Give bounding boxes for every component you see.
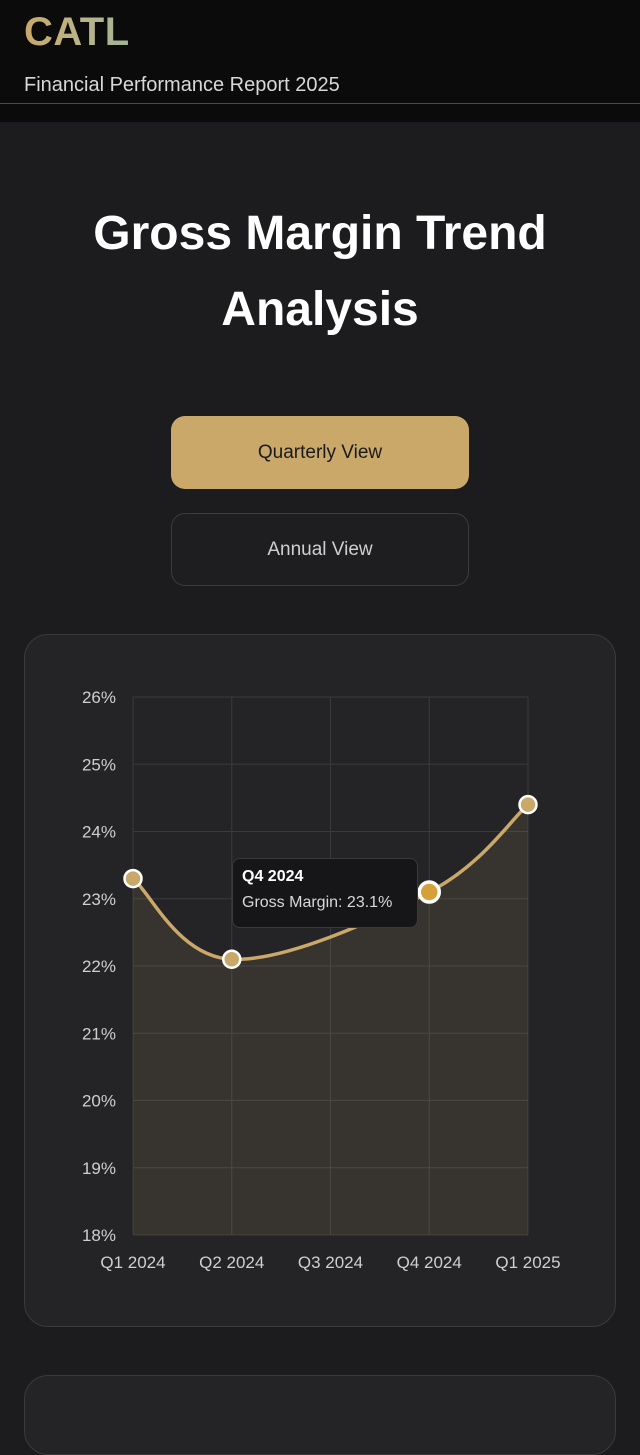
x-tick-label: Q3 2024	[298, 1253, 363, 1272]
y-tick-label: 25%	[82, 755, 116, 774]
y-tick-label: 22%	[82, 957, 116, 976]
x-tick-label: Q2 2024	[199, 1253, 264, 1272]
y-tick-label: 26%	[82, 688, 116, 707]
y-tick-label: 23%	[82, 890, 116, 909]
next-section-card	[24, 1375, 616, 1455]
y-tick-label: 19%	[82, 1159, 116, 1178]
tooltip-value: 23.1%	[346, 894, 393, 911]
tooltip-body: Gross Margin: 23.1%	[242, 894, 393, 911]
x-tick-label: Q4 2024	[397, 1253, 462, 1272]
x-tick-label: Q1 2024	[100, 1253, 165, 1272]
data-point	[222, 949, 242, 970]
x-tick-label: Q1 2025	[495, 1253, 560, 1272]
y-axis-ticks: 18% 19% 20% 21% 22% 23% 24% 25% 26%	[82, 688, 116, 1245]
gross-margin-chart: 18% 19% 20% 21% 22% 23% 24% 25% 26% Q1 2024 Q2 20…	[82, 688, 561, 1272]
y-tick-label: 18%	[82, 1226, 116, 1245]
tooltip-series-label: Gross Margin	[242, 894, 339, 911]
data-point	[417, 880, 441, 904]
chart-tooltip: Q4 2024 Gross Margin: 23.1%	[232, 858, 418, 928]
y-tick-label: 20%	[82, 1092, 116, 1111]
data-point	[518, 794, 538, 815]
data-point	[123, 868, 143, 889]
y-tick-label: 21%	[82, 1024, 116, 1043]
y-tick-label: 24%	[82, 823, 116, 842]
x-axis-ticks: Q1 2024 Q2 2024 Q3 2024 Q4 2024 Q1 2025	[100, 1253, 560, 1272]
tooltip-title: Q4 2024	[242, 868, 304, 885]
